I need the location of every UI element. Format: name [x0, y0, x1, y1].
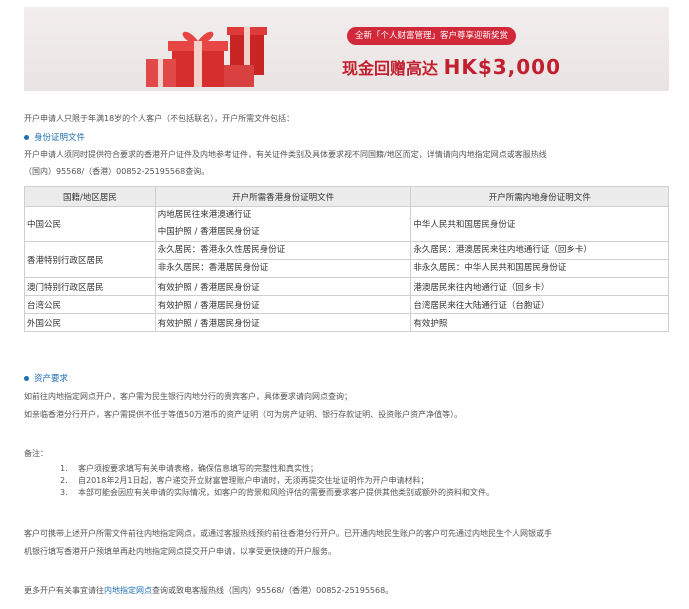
- mainland-doc: 非永久居民：中华人民共和国居民身份证: [413, 263, 567, 273]
- promo-amount-value: HK$3,000: [443, 55, 562, 79]
- mainland-doc-cell: 港澳居民来往内地通行证（回乡卡）: [410, 277, 669, 296]
- bullet-icon: [24, 376, 29, 381]
- gift-boxes-image: [146, 27, 267, 87]
- table-row: 外国公民 有效护照 / 香港居民身份证 有效护照: [24, 313, 669, 332]
- mainland-doc-cell: 台湾居民来往大陆通行证（台胞证）: [410, 295, 669, 314]
- region-cell: 香港特别行政区居民: [24, 241, 156, 278]
- table-header-hk: 开户所需香港身份证明文件: [154, 186, 412, 207]
- assets-line1: 如前往内地指定网点开户，客户需为民生银行内地分行的贵宾客户，具体要求请向网点查询…: [24, 392, 352, 401]
- bullet-icon: [24, 135, 29, 140]
- promo-amount-prefix: 现金回赠高达: [342, 59, 439, 78]
- hk-doc-cell: 有效护照 / 香港居民身份证: [154, 277, 412, 296]
- footer-prefix: 更多开户有关事宜请往: [24, 586, 104, 595]
- promo-title-badge: 全新「个人财富管理」客户尊享迎新奖赏: [347, 27, 517, 45]
- hk-doc: 中国护照 / 香港居民身份证: [157, 227, 260, 237]
- note-text: 客户须按要求填写有关申请表格，确保信息填写的完整性和真实性；: [78, 464, 318, 473]
- hk-doc: 非永久居民：香港居民身份证: [157, 263, 269, 273]
- designated-outlets-link[interactable]: 内地指定网点: [104, 586, 152, 595]
- hk-doc-cell: 永久居民：香港永久性居民身份证 非永久居民：香港居民身份证: [154, 241, 412, 278]
- hk-doc: 永久居民：香港永久性居民身份证: [155, 242, 411, 260]
- table-row: 中国公民 内地居民往来港澳通行证 中国护照 / 香港居民身份证 中华人民共和国居…: [24, 206, 669, 242]
- promo-amount-text: 现金回赠高达 HK$3,000: [342, 55, 561, 79]
- footer-text: 更多开户有关事宜请往内地指定网点查询或致电客服热线（国内）95568/（香港）0…: [24, 585, 393, 596]
- region-cell: 澳门特别行政区居民: [24, 277, 156, 296]
- table-row: 台湾公民 有效护照 / 香港居民身份证 台湾居民来往大陆通行证（台胞证）: [24, 295, 669, 314]
- closing-line1: 客户可携带上述开户所需文件前往内地指定网点，或通过客服热线预约前往香港分行开户。…: [24, 529, 552, 538]
- identity-desc-line1: 开户申请人须同时提供符合要求的香港开户证件及内地参考证件，有关证件类别及具体要求…: [24, 150, 547, 159]
- hk-doc-cell: 有效护照 / 香港居民身份证: [154, 313, 412, 332]
- intro-text: 开户申请人只限于年满18岁的个人客户（不包括联名），开户所需文件包括：: [24, 114, 295, 123]
- promo-banner[interactable]: 全新「个人财富管理」客户尊享迎新奖赏 现金回赠高达 HK$3,000: [24, 7, 669, 91]
- list-item: 2. 自2018年2月1日起，客户递交开立财富管理账户申请时，无须再提交住址证明作…: [60, 475, 494, 487]
- region-cell: 中国公民: [24, 206, 156, 242]
- table-header-row: 国籍/地区居民 开户所需香港身份证明文件 开户所需内地身份证明文件: [24, 186, 669, 207]
- list-item: 3. 本部可能会因应有关申请的实际情况，如客户的背景和风险评估的需要而要求客户提供…: [60, 487, 494, 499]
- page: 全新「个人财富管理」客户尊享迎新奖赏 现金回赠高达 HK$3,000 开户申请人…: [0, 0, 689, 609]
- footer-suffix: 查询或致电客服热线（国内）95568/（香港）00852-25195568。: [152, 586, 394, 595]
- identity-section-heading: 身份证明文件: [24, 131, 85, 143]
- id-documents-table: 国籍/地区居民 开户所需香港身份证明文件 开户所需内地身份证明文件 中国公民 内…: [24, 186, 669, 332]
- identity-heading-label: 身份证明文件: [34, 133, 86, 143]
- table-row: 澳门特别行政区居民 有效护照 / 香港居民身份证 港澳居民来往内地通行证（回乡卡…: [24, 277, 669, 296]
- table-header-mainland: 开户所需内地身份证明文件: [410, 186, 669, 207]
- identity-desc-line2: （国内）95568/（香港）00852-25195568查询。: [24, 167, 210, 176]
- assets-section-heading: 资产要求: [24, 372, 68, 384]
- list-item: 1. 客户须按要求填写有关申请表格，确保信息填写的完整性和真实性；: [60, 463, 494, 475]
- mainland-doc-cell: 中华人民共和国居民身份证: [410, 206, 669, 242]
- mainland-doc-cell: 有效护照: [410, 313, 669, 332]
- hk-doc-cell: 内地居民往来港澳通行证 中国护照 / 香港居民身份证: [154, 206, 412, 242]
- assets-line2: 如亲临香港分行开户，客户需提供不低于等值50万港币的资产证明（可为房产证明、银行…: [24, 410, 463, 419]
- table-row: 香港特别行政区居民 永久居民：香港永久性居民身份证 非永久居民：香港居民身份证 …: [24, 241, 669, 278]
- mainland-doc-cell: 永久居民：港澳居民来往内地通行证（回乡卡） 非永久居民：中华人民共和国居民身份证: [410, 241, 669, 278]
- hk-doc-cell: 有效护照 / 香港居民身份证: [154, 295, 412, 314]
- note-number: 1.: [60, 464, 68, 473]
- note-number: 3.: [60, 488, 68, 497]
- note-text: 自2018年2月1日起，客户递交开立财富管理账户申请时，无须再提交住址证明作为开…: [78, 476, 429, 485]
- note-number: 2.: [60, 476, 68, 485]
- region-cell: 外国公民: [24, 313, 156, 332]
- notes-title: 备注：: [24, 449, 48, 458]
- region-cell: 台湾公民: [24, 295, 156, 314]
- table-header-region: 国籍/地区居民: [24, 186, 156, 207]
- closing-line2: 机银行填写香港开户预填单再赴内地指定网点提交开户申请，以享受更快捷的开户服务。: [24, 547, 336, 556]
- assets-heading-label: 资产要求: [34, 374, 69, 384]
- notes-list: 1. 客户须按要求填写有关申请表格，确保信息填写的完整性和真实性； 2. 自2018…: [60, 463, 494, 499]
- mainland-doc: 永久居民：港澳居民来往内地通行证（回乡卡）: [411, 242, 668, 260]
- note-text: 本部可能会因应有关申请的实际情况，如客户的背景和风险评估的需要而要求客户提供其他…: [78, 488, 494, 497]
- hk-doc: 内地居民往来港澳通行证: [157, 210, 252, 220]
